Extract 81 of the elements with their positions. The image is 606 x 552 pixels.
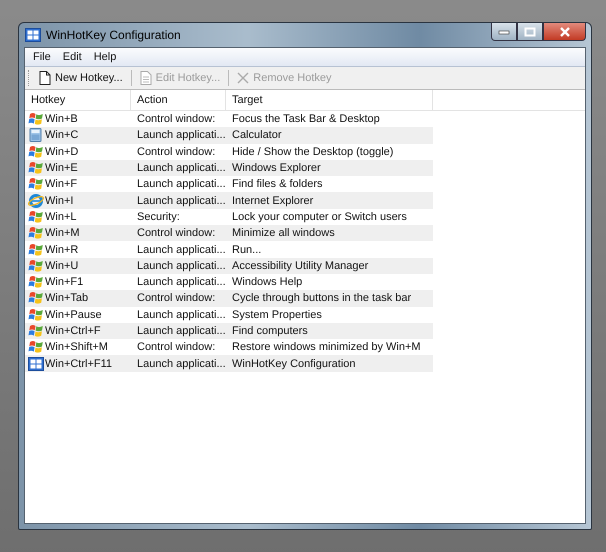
- table-cell: Win+E: [45, 162, 78, 174]
- table-cell-text: Focus the Task Bar & Desktop: [231, 112, 381, 128]
- app-icon: [25, 28, 41, 42]
- table-cell: Win+Shift+M: [45, 341, 108, 354]
- flag-icon: [28, 275, 44, 290]
- flag-icon: [28, 177, 44, 192]
- table-cell: Win+U: [45, 260, 78, 272]
- table-cell-text: Calculator: [231, 128, 283, 144]
- table-cell: Win+Ctrl+F11: [45, 358, 112, 370]
- menu-item[interactable]: Edit: [56, 51, 88, 63]
- table-cell-text: Windows Help: [231, 275, 304, 290]
- table-cell: Win+Tab: [45, 292, 88, 304]
- cross-icon: [237, 72, 250, 84]
- toolbar-button[interactable]: New Hotkey...: [35, 69, 127, 87]
- flag-icon: [28, 226, 44, 240]
- table-cell-text: Accessibility Utility Manager: [231, 258, 370, 274]
- menu-item[interactable]: File: [27, 51, 57, 63]
- column-header[interactable]: Hotkey: [25, 90, 131, 110]
- table-cell-text: Launch applicati...: [136, 275, 226, 290]
- table-cell-text: Run...: [231, 242, 262, 258]
- table-cell: Win+D: [45, 146, 78, 158]
- table-cell-text: Launch applicati...: [136, 161, 226, 176]
- flag-icon: [28, 144, 44, 159]
- table-cell-text: Control window:: [136, 226, 216, 242]
- maximize-button[interactable]: [517, 23, 543, 41]
- window-title: WinHotKey Configuration: [46, 28, 182, 42]
- table-cell-text: Find computers: [231, 324, 309, 339]
- table-cell: Win+B: [45, 113, 78, 126]
- table-cell-text: WinHotKey Configuration: [231, 356, 357, 372]
- table-cell-text: Minimize all windows: [231, 226, 336, 242]
- table-cell: Win+R: [45, 244, 78, 256]
- flag-icon: [28, 340, 44, 354]
- table-cell-text: Launch applicati...: [136, 242, 226, 258]
- flag-icon: [28, 291, 44, 306]
- table-cell-text: Launch applicati...: [136, 308, 226, 323]
- table-cell-text: Hide / Show the Desktop (toggle): [231, 144, 394, 160]
- flag-icon: [28, 258, 44, 273]
- minimize-icon: [498, 28, 510, 34]
- table-cell-text: Launch applicati...: [136, 177, 226, 192]
- table-cell-text: Internet Explorer: [231, 194, 314, 209]
- close-button[interactable]: [543, 23, 586, 41]
- flag-icon: [28, 210, 44, 224]
- page-icon: [39, 71, 51, 85]
- table-cell: Win+F: [45, 178, 78, 190]
- table-cell-text: Control window:: [136, 112, 216, 128]
- table-cell: Win+M: [45, 227, 80, 240]
- table-cell-text: Launch applicati...: [136, 258, 226, 274]
- table-cell: Win+F1: [45, 276, 84, 288]
- table-cell-text: Control window:: [136, 291, 216, 306]
- table-cell-text: Control window:: [136, 340, 216, 356]
- menu-item[interactable]: Help: [88, 51, 122, 63]
- table-cell-text: Security:: [136, 210, 181, 225]
- flag-icon: [28, 242, 44, 257]
- column-header[interactable]: Target: [226, 90, 433, 110]
- table-cell-text: Cycle through buttons in the task bar: [231, 291, 412, 306]
- table-cell: Win+I: [45, 194, 74, 207]
- table-cell: Win+Ctrl+F: [45, 325, 101, 337]
- table-cell-text: System Properties: [231, 308, 323, 323]
- table-cell-text: Launch applicati...: [136, 324, 226, 339]
- column-header[interactable]: Action: [131, 90, 226, 110]
- flag-icon: [28, 161, 44, 176]
- document-icon: [140, 71, 152, 85]
- table-cell-text: Find files & folders: [231, 177, 324, 192]
- minimize-button[interactable]: [491, 23, 517, 41]
- table-cell-text: Lock your computer or Switch users: [231, 210, 408, 225]
- table-cell-text: Launch applicati...: [136, 128, 226, 144]
- table-cell-text: Control window:: [136, 144, 216, 160]
- window-icon: [28, 356, 44, 371]
- flag-icon: [28, 308, 44, 322]
- maximize-icon: [524, 26, 536, 36]
- table-cell-text: Launch applicati...: [136, 356, 226, 372]
- table-cell: Win+C: [45, 129, 78, 142]
- flag-icon: [28, 112, 44, 126]
- table-cell-text: Restore windows minimized by Win+M: [231, 340, 422, 356]
- table-cell: Win+L: [45, 210, 76, 223]
- close-icon: [558, 26, 570, 36]
- browser-icon: [28, 194, 44, 208]
- table-cell-text: Launch applicati...: [136, 194, 226, 209]
- table-cell-text: Windows Explorer: [231, 161, 322, 176]
- table-cell: Win+Pause: [45, 308, 102, 321]
- flag-icon: [28, 324, 44, 338]
